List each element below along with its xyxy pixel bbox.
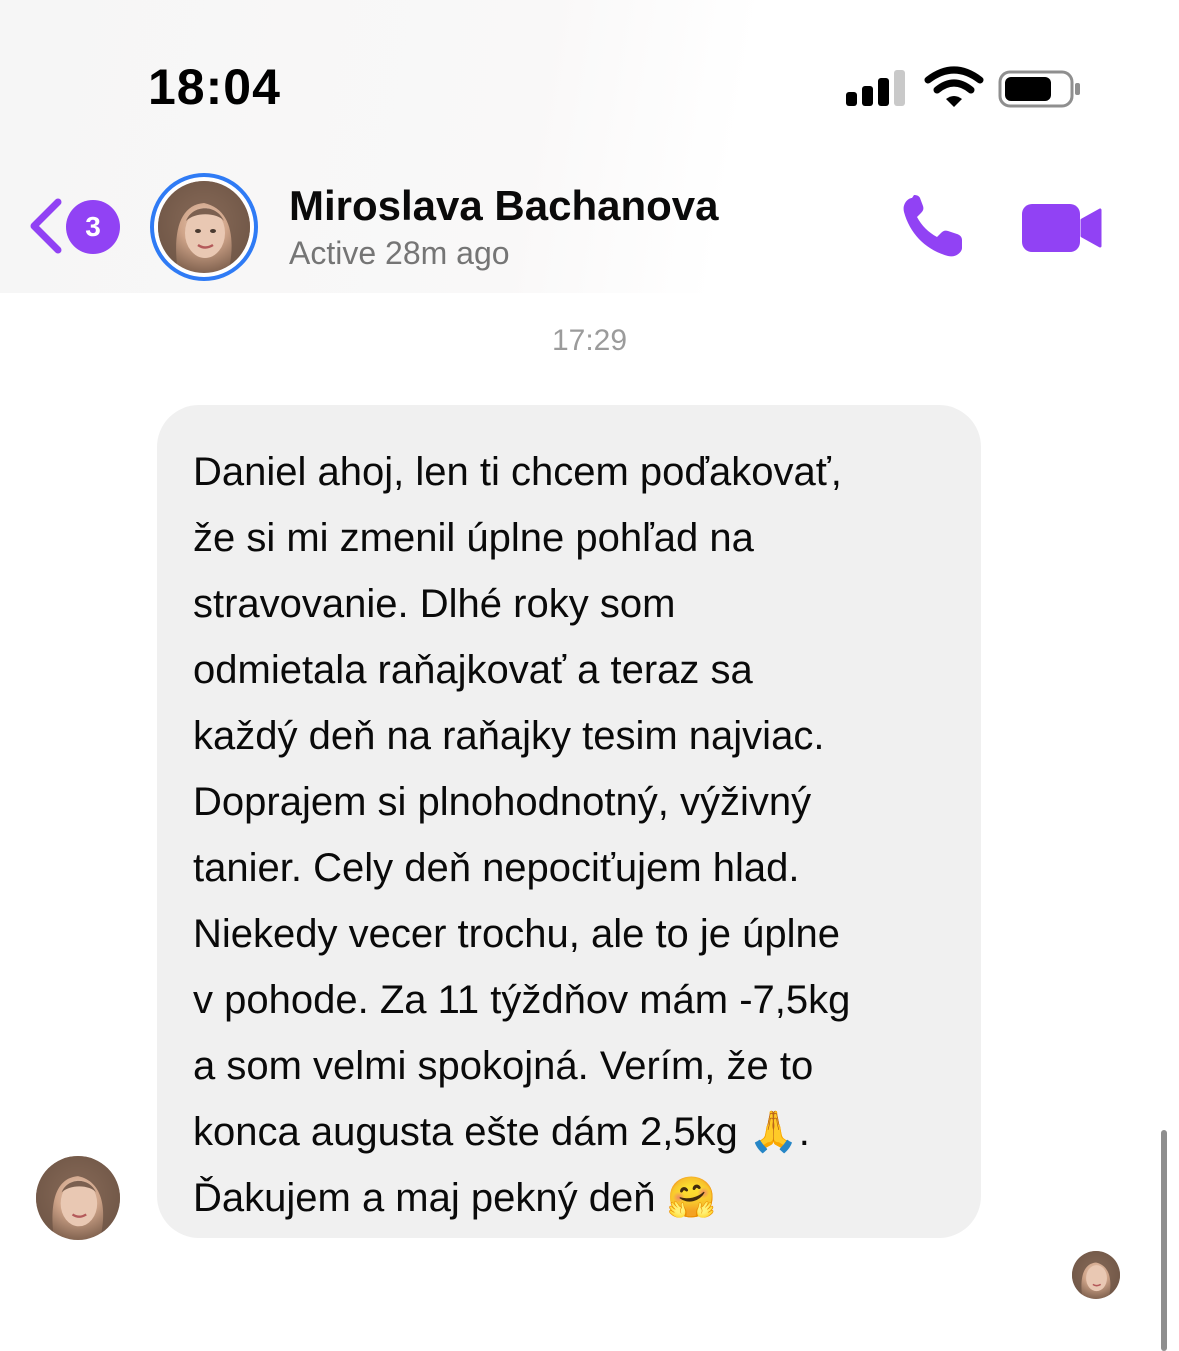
phone-icon[interactable] <box>898 192 968 262</box>
contact-name[interactable]: Miroslava Bachanova <box>289 182 719 230</box>
contact-active-status: Active 28m ago <box>289 235 510 271</box>
message-line: a som velmi spokojná. Verím, že to <box>193 1044 814 1088</box>
unread-count-badge[interactable]: 3 <box>66 200 120 254</box>
message-line: stravovanie. Dlhé roky som <box>193 582 676 626</box>
sender-avatar[interactable] <box>36 1156 120 1240</box>
status-bar-time: 18:04 <box>148 59 281 115</box>
message-line: každý deň na raňajky tesim najviac. <box>193 714 825 758</box>
message-timestamp: 17:29 <box>551 324 628 357</box>
messenger-chat-screen: 18:04 3 Miroslava Bachanova Active 28m a… <box>0 0 1179 1351</box>
video-camera-icon[interactable] <box>1020 200 1104 256</box>
back-chevron-icon[interactable] <box>26 196 66 256</box>
wifi-icon <box>924 66 984 107</box>
cellular-signal-icon <box>846 70 906 106</box>
message-line: tanier. Cely deň nepociťujem hlad. <box>193 846 800 890</box>
message-line: v pohode. Za 11 týždňov mám -7,5kg <box>193 978 851 1022</box>
message-line: konca augusta ešte dám 2,5kg 🙏. <box>193 1110 810 1154</box>
incoming-message-bubble[interactable]: Daniel ahoj, len ti chcem poďakovať, že … <box>157 405 981 1238</box>
scrollbar[interactable] <box>1161 1130 1167 1351</box>
message-line: že si mi zmenil úplne pohľad na <box>193 516 754 560</box>
message-line: odmietala raňajkovať a teraz sa <box>193 648 753 692</box>
message-line: Doprajem si plnohodnotný, výživný <box>193 780 812 824</box>
message-line: Niekedy vecer trochu, ale to je úplne <box>193 912 841 956</box>
contact-avatar[interactable] <box>150 173 258 281</box>
message-line: Daniel ahoj, len ti chcem poďakovať, <box>193 450 842 494</box>
seen-receipt-avatar <box>1072 1251 1120 1299</box>
battery-icon <box>998 70 1080 108</box>
message-line: Ďakujem a maj pekný deň 🤗 <box>193 1176 717 1220</box>
contact-avatar-photo <box>158 181 250 273</box>
